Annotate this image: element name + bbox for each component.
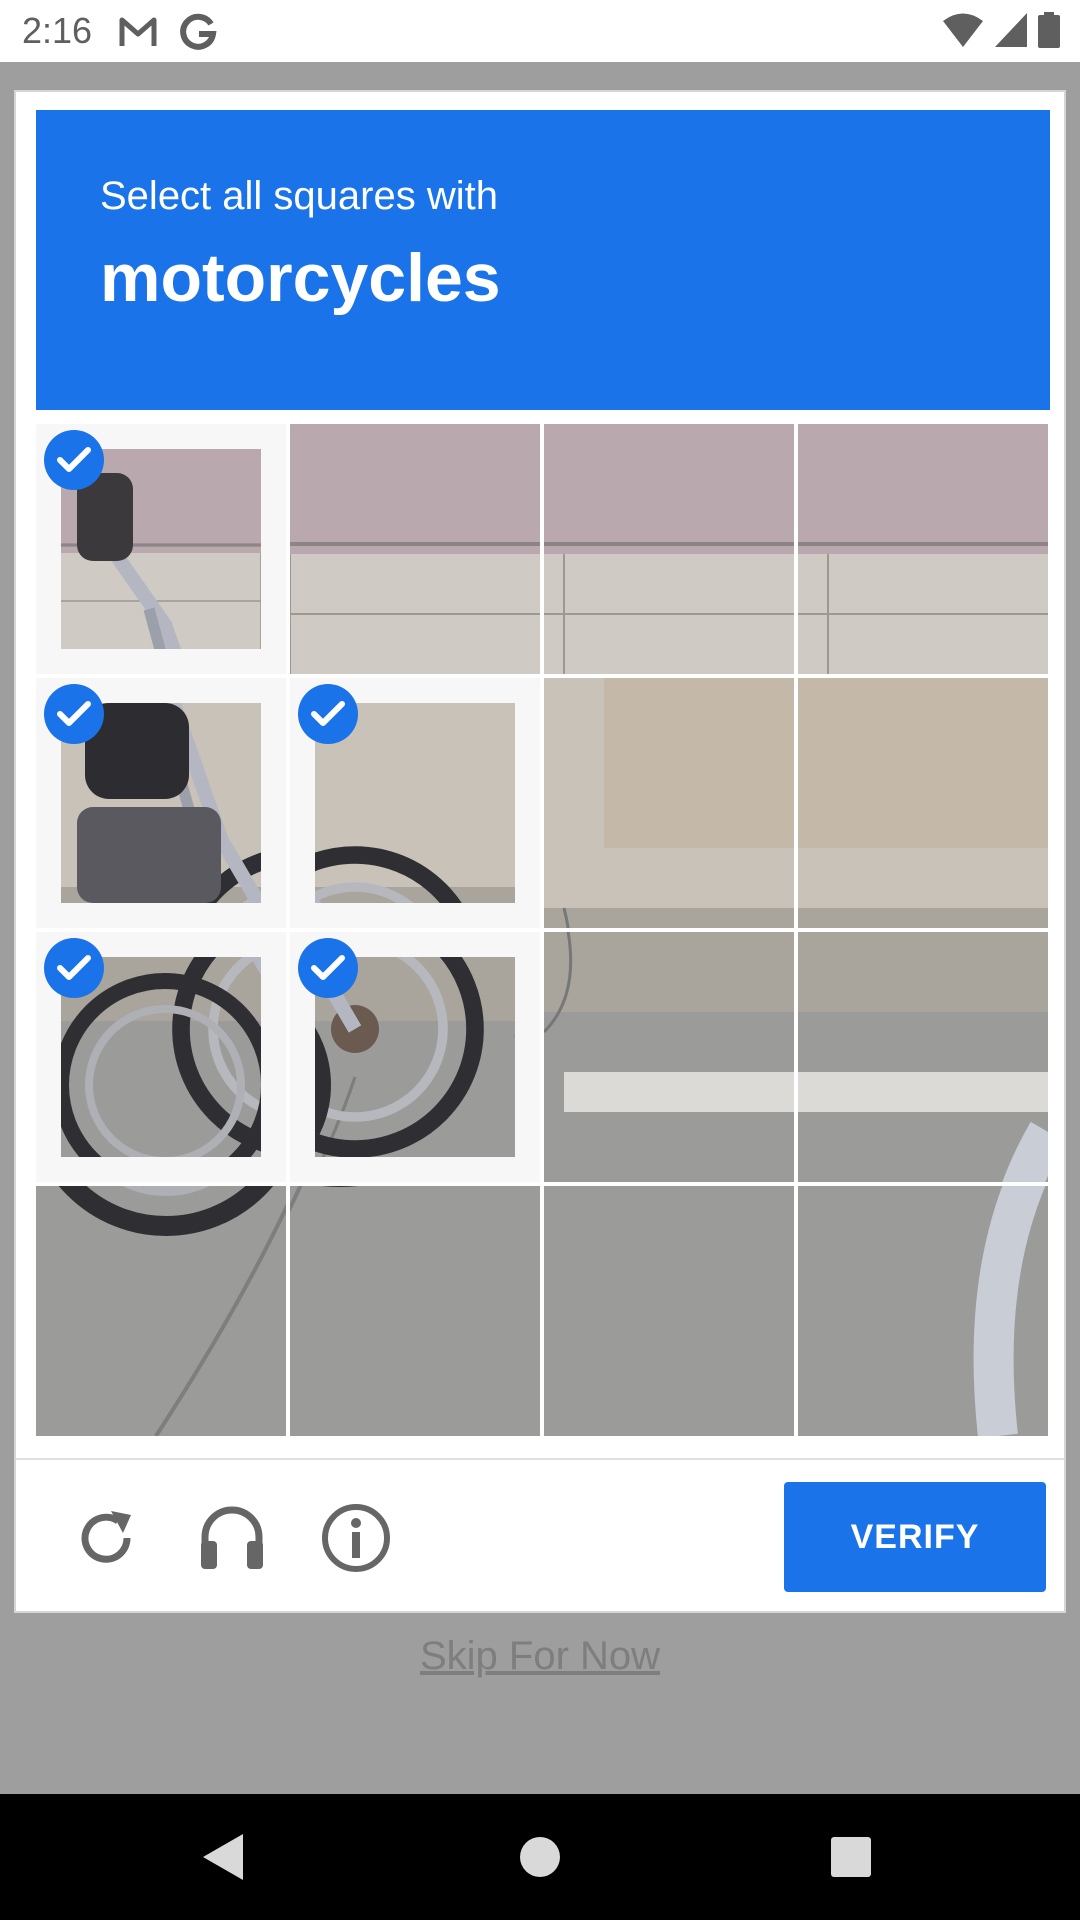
cell-signal-icon xyxy=(994,12,1028,53)
checkmark-icon xyxy=(298,684,358,744)
captcha-tile[interactable] xyxy=(36,678,286,928)
tile-image xyxy=(798,932,1048,1182)
captcha-grid xyxy=(36,424,1050,1438)
battery-icon xyxy=(1038,11,1060,53)
tile-image xyxy=(544,1186,794,1436)
tile-image xyxy=(36,1186,286,1436)
captcha-tile[interactable] xyxy=(36,932,286,1182)
captcha-tile[interactable] xyxy=(290,424,540,674)
back-icon[interactable] xyxy=(188,1822,258,1892)
checkmark-icon xyxy=(44,684,104,744)
captcha-tile[interactable] xyxy=(544,1186,794,1436)
captcha-tile[interactable] xyxy=(798,678,1048,928)
tile-image xyxy=(290,424,540,674)
captcha-instruction: Select all squares with xyxy=(100,174,498,218)
checkmark-icon xyxy=(44,938,104,998)
verify-button[interactable]: VERIFY xyxy=(784,1482,1046,1592)
captcha-tile[interactable] xyxy=(544,424,794,674)
captcha-tile[interactable] xyxy=(36,424,286,674)
captcha-dialog: Select all squares with motorcycles VERI… xyxy=(14,90,1066,1613)
captcha-tile[interactable] xyxy=(798,932,1048,1182)
tile-image xyxy=(544,424,794,674)
captcha-target: motorcycles xyxy=(100,240,501,316)
info-icon[interactable] xyxy=(316,1498,396,1578)
recents-icon[interactable] xyxy=(816,1822,886,1892)
headphones-icon[interactable] xyxy=(192,1498,272,1578)
tile-image xyxy=(290,1186,540,1436)
checkmark-icon xyxy=(44,430,104,490)
wifi-icon xyxy=(942,12,984,53)
status-time: 2:16 xyxy=(22,10,93,51)
checkmark-icon xyxy=(298,938,358,998)
skip-for-now-link[interactable]: Skip For Now xyxy=(0,1634,1080,1679)
tile-image xyxy=(798,424,1048,674)
captcha-tile[interactable] xyxy=(290,678,540,928)
captcha-tile[interactable] xyxy=(36,1186,286,1436)
home-icon[interactable] xyxy=(505,1822,575,1892)
google-icon xyxy=(178,12,218,52)
tile-image xyxy=(798,1186,1048,1436)
captcha-tile[interactable] xyxy=(290,932,540,1182)
tile-image xyxy=(544,678,794,928)
captcha-header: Select all squares with motorcycles xyxy=(36,110,1050,410)
status-bar: 2:16 xyxy=(0,0,1080,62)
tile-image xyxy=(798,678,1048,928)
captcha-tile[interactable] xyxy=(798,1186,1048,1436)
nav-bar xyxy=(0,1794,1080,1920)
reload-icon[interactable] xyxy=(66,1498,146,1578)
captcha-tile[interactable] xyxy=(544,678,794,928)
captcha-tile[interactable] xyxy=(798,424,1048,674)
footer-divider xyxy=(16,1458,1064,1460)
captcha-tile[interactable] xyxy=(290,1186,540,1436)
gmail-icon xyxy=(118,12,158,52)
captcha-tile[interactable] xyxy=(544,932,794,1182)
tile-image xyxy=(544,932,794,1182)
